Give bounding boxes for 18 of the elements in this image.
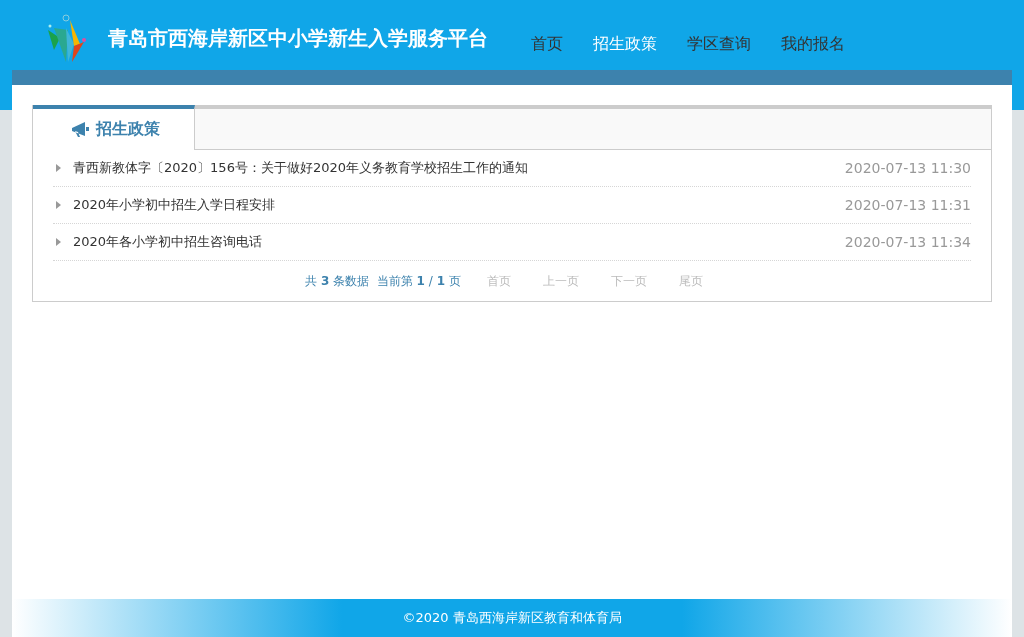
panel-tab[interactable]: 招生政策 xyxy=(33,105,195,150)
policy-link[interactable]: 2020年小学初中招生入学日程安排 xyxy=(73,196,845,214)
caret-icon xyxy=(56,164,61,172)
nav-tab[interactable]: 我的报名 xyxy=(766,29,860,59)
caret-icon xyxy=(56,238,61,246)
site-title: 青岛市西海岸新区中小学新生入学服务平台 xyxy=(108,24,488,52)
nav-tab[interactable]: 首页 xyxy=(516,29,578,59)
caret-icon xyxy=(56,201,61,209)
megaphone-icon xyxy=(71,121,90,138)
policy-link[interactable]: 青西新教体字〔2020〕156号：关于做好2020年义务教育学校招生工作的通知 xyxy=(73,159,845,177)
pager-summary: 共 3 条数据 当前第 1 / 1 页 xyxy=(305,272,461,290)
post-date: 2020-07-13 11:30 xyxy=(844,160,971,176)
nav-tab[interactable]: 学区查询 xyxy=(672,29,766,59)
policy-link[interactable]: 2020年各小学初中招生咨询电话 xyxy=(73,233,845,251)
post-date: 2020-07-13 11:31 xyxy=(844,197,971,213)
copyright-text: ©2020 青岛西海岸新区教育和体育局 xyxy=(402,609,622,627)
nav-tab[interactable]: 招生政策 xyxy=(578,29,672,59)
post-date: 2020-07-13 11:34 xyxy=(844,234,971,250)
